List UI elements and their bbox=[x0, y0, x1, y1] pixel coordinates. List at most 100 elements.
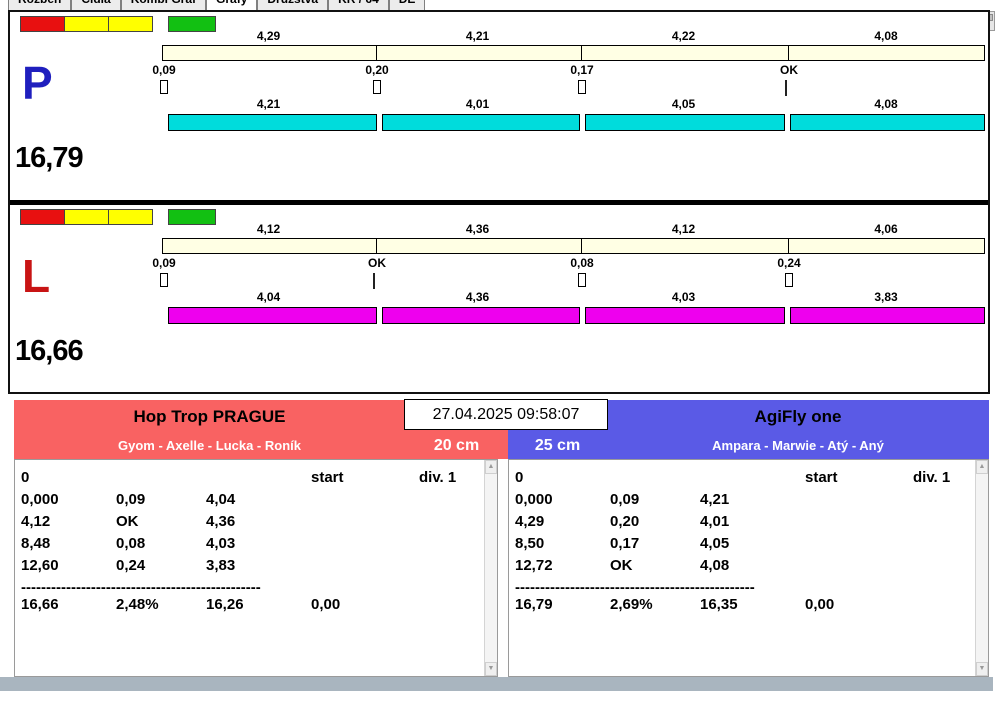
header-cell: 0 bbox=[515, 469, 524, 486]
total-cell: 2,69% bbox=[610, 596, 653, 613]
split-time-bottom: 4,08 bbox=[874, 97, 898, 111]
cell: 0,09 bbox=[116, 491, 146, 508]
total-cell: 16,66 bbox=[21, 596, 59, 613]
cell: 4,05 bbox=[700, 535, 730, 552]
gate-value: 0,24 bbox=[777, 256, 801, 270]
split-time-top: 4,29 bbox=[256, 29, 281, 43]
tab-rozbeh[interactable]: Rozběh bbox=[8, 0, 72, 10]
scale-bar bbox=[162, 45, 985, 61]
gate-marker-icon bbox=[160, 80, 168, 94]
cell: 0,000 bbox=[515, 491, 553, 508]
table-scrollbar[interactable]: ▲ ▼ bbox=[484, 460, 497, 676]
cell: 4,03 bbox=[206, 535, 236, 552]
split-time-bottom: 4,05 bbox=[671, 97, 696, 111]
tab-kombi-graf[interactable]: Kombi Graf bbox=[120, 0, 207, 10]
panel-letter: L bbox=[22, 250, 51, 302]
gate-value: 0,17 bbox=[570, 63, 594, 77]
split-time-bottom: 3,83 bbox=[874, 290, 898, 304]
cell: 4,01 bbox=[700, 513, 730, 530]
gate-marker-icon bbox=[578, 80, 586, 94]
cell: 12,72 bbox=[515, 557, 553, 574]
left-results-table: 0 start div. 1 0,00 0 0,09 4,04 4,12 OK 4,36 8,… bbox=[14, 459, 498, 677]
tab-cidla[interactable]: Čidla bbox=[71, 0, 121, 10]
table-header-row: 0 start div. 1 bbox=[515, 469, 988, 491]
gate-marker-icon bbox=[785, 273, 793, 287]
time-bar-segment bbox=[382, 307, 580, 324]
scroll-down-icon[interactable]: ▼ bbox=[976, 662, 988, 676]
tab-de[interactable]: DE bbox=[388, 0, 426, 10]
time-bar-segment bbox=[382, 114, 580, 131]
gate-marker-icon bbox=[373, 80, 381, 94]
split-time-bottom: 4,04 bbox=[256, 290, 281, 304]
team-left-name: Hop Trop PRAGUE bbox=[133, 407, 286, 426]
gate-value: 0,09 bbox=[152, 63, 176, 77]
cell: 0,08 bbox=[116, 535, 146, 552]
cell: 4,21 bbox=[700, 491, 730, 508]
split-time-bottom: 4,03 bbox=[671, 290, 696, 304]
table-scrollbar[interactable]: ▲ ▼ bbox=[975, 460, 988, 676]
separator-line: ----------------------------------------… bbox=[515, 579, 755, 596]
right-results-table: 0 start div. 1 0,000 0,09 4,21 4,29 0,20 4,01 … bbox=[508, 459, 989, 677]
gate-value: 0,08 bbox=[570, 256, 594, 270]
scroll-down-icon[interactable]: ▼ bbox=[485, 662, 497, 676]
split-time-bottom: 4,36 bbox=[465, 290, 490, 304]
header-cell-start: start bbox=[311, 469, 344, 486]
cell: OK bbox=[610, 557, 633, 574]
split-time-top: 4,12 bbox=[671, 222, 696, 236]
header-cell: 0 bbox=[21, 469, 30, 486]
total-cell: 16,35 bbox=[700, 596, 738, 613]
gate-value: 0,20 bbox=[365, 63, 389, 77]
gate-marker-line-icon bbox=[373, 273, 375, 289]
cell: 0,20 bbox=[610, 513, 640, 530]
cell: 4,12 bbox=[21, 513, 51, 530]
tab-grafy[interactable]: Grafy bbox=[206, 0, 258, 10]
tab-druzstva[interactable]: Družstva bbox=[257, 0, 329, 10]
table-row: 8,48 0,08 4,03 bbox=[21, 535, 497, 557]
table-header-row: 0 start div. 1 bbox=[21, 469, 497, 491]
tab-label: Čidla bbox=[81, 0, 110, 6]
split-time-top: 4,06 bbox=[874, 222, 898, 236]
cell: 0,09 bbox=[610, 491, 640, 508]
header-cell-div: div. 1 bbox=[419, 469, 457, 486]
gate-value: OK bbox=[368, 256, 386, 270]
cell: 4,04 bbox=[206, 491, 236, 508]
totals-row: 16,66 2,48% 16,26 0,00 bbox=[21, 596, 497, 618]
table-row: 8,50 0,17 4,05 bbox=[515, 535, 988, 557]
split-time-bottom: 4,01 bbox=[465, 97, 490, 111]
cell: 8,50 bbox=[515, 535, 545, 552]
team-right-name: AgiFly one bbox=[754, 407, 842, 426]
panel-total-time: 16,66 bbox=[15, 335, 84, 367]
cell: 4,29 bbox=[515, 513, 545, 530]
cell: OK bbox=[116, 513, 139, 530]
split-time-top: 4,08 bbox=[874, 29, 898, 43]
gate-marker-line-icon bbox=[785, 80, 787, 96]
team-left-members: Gyom - Axelle - Lucka - Roník bbox=[117, 438, 301, 453]
header-cell-start: start bbox=[805, 469, 838, 486]
separator-line: ----------------------------------------… bbox=[21, 579, 261, 596]
total-cell: 0,00 bbox=[805, 596, 835, 613]
scale-bar bbox=[162, 238, 985, 254]
split-time-top: 4,36 bbox=[465, 222, 490, 236]
graph-panel-l: 4,12 4,36 4,12 4,06 0,09 OK 0,08 0,24 4,… bbox=[10, 205, 988, 393]
tab-kr-64[interactable]: KR / 64 bbox=[328, 0, 389, 10]
scroll-up-icon[interactable]: ▲ bbox=[485, 460, 497, 474]
time-bar-segment bbox=[790, 307, 985, 324]
time-bar-segment bbox=[585, 307, 785, 324]
table-row: 0,000 0,09 4,21 bbox=[515, 491, 988, 513]
total-cell: 2,48% bbox=[116, 596, 159, 613]
total-cell: 0,00 bbox=[311, 596, 341, 613]
split-time-top: 4,22 bbox=[671, 29, 696, 43]
cell: 8,48 bbox=[21, 535, 51, 552]
signal-block-yellow-2 bbox=[108, 209, 153, 225]
panel-total-time: 16,79 bbox=[15, 142, 84, 174]
tab-label: Družstva bbox=[267, 0, 318, 6]
gate-value: 0,09 bbox=[152, 256, 176, 270]
tab-label: Grafy bbox=[216, 0, 247, 6]
cell: 4,36 bbox=[206, 513, 236, 530]
cell: 3,83 bbox=[206, 557, 236, 574]
total-cell: 16,79 bbox=[515, 596, 553, 613]
tab-label: DE bbox=[399, 0, 416, 6]
table-row: 12,60 0,24 3,83 bbox=[21, 557, 497, 579]
scroll-up-icon[interactable]: ▲ bbox=[976, 460, 988, 474]
signal-block-yellow-2 bbox=[108, 16, 153, 32]
